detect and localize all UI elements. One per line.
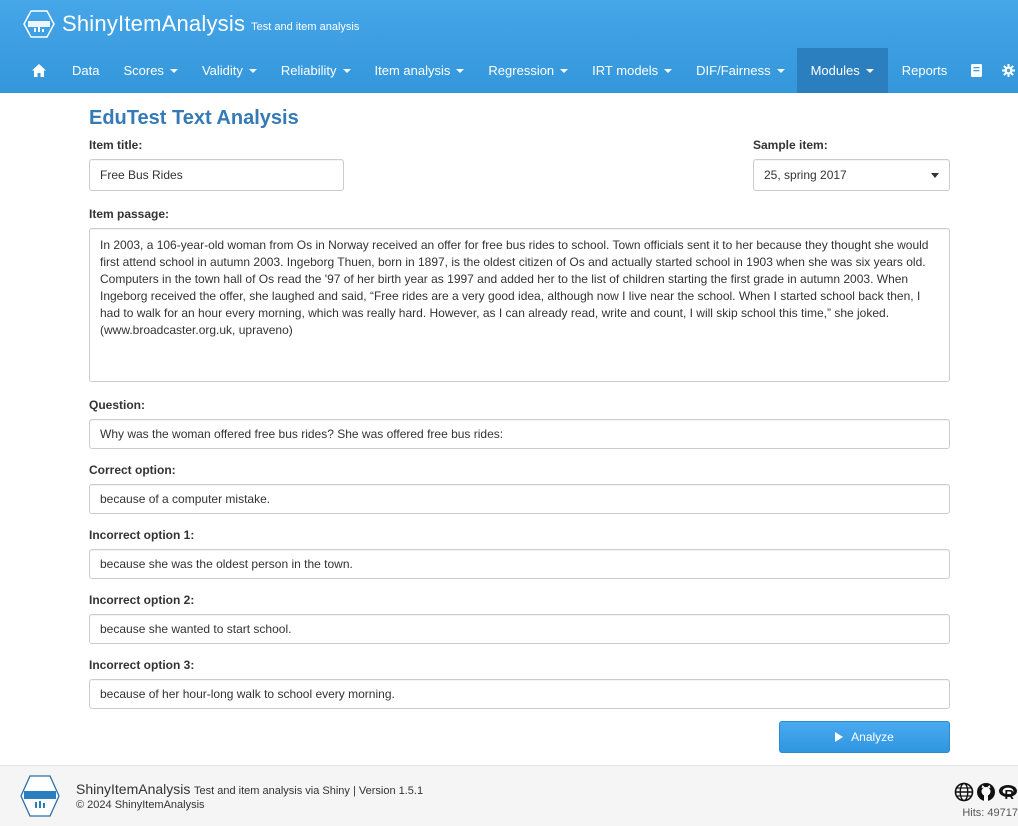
incorrect-option-2-value: because she wanted to start school. bbox=[100, 622, 292, 636]
nav-reports[interactable]: Reports bbox=[888, 48, 962, 93]
chevron-down-icon bbox=[560, 68, 569, 73]
footer-text: ShinyItemAnalysis Test and item analysis… bbox=[76, 781, 423, 811]
analyze-row: Analyze bbox=[89, 721, 950, 753]
footer: ShinyItemAnalysis Test and item analysis… bbox=[0, 765, 1018, 826]
chevron-down-icon bbox=[931, 172, 939, 178]
chevron-down-icon bbox=[248, 68, 257, 73]
footer-icons: R bbox=[954, 782, 1018, 805]
footer-version: Test and item analysis via Shiny | Versi… bbox=[194, 785, 424, 797]
question-value: Why was the woman offered free bus rides… bbox=[100, 427, 504, 441]
sample-item-value: 25, spring 2017 bbox=[764, 168, 847, 182]
home-icon bbox=[32, 64, 46, 77]
nav-settings[interactable] bbox=[992, 48, 1018, 93]
nav-dif-fairness-label: DIF/Fairness bbox=[696, 63, 771, 78]
incorrect-option-3-group: Incorrect option 3: because of her hour-… bbox=[89, 658, 950, 709]
nav-data-label: Data bbox=[72, 63, 100, 78]
correct-option-label: Correct option: bbox=[89, 463, 176, 477]
correct-option-input[interactable]: because of a computer mistake. bbox=[89, 484, 950, 514]
nav-reliability-label: Reliability bbox=[280, 63, 337, 78]
incorrect-option-3-value: because of her hour-long walk to school … bbox=[100, 687, 395, 701]
top-row: Item title: Free Bus Rides Sample item: … bbox=[89, 138, 950, 191]
footer-logo-icon bbox=[20, 774, 60, 818]
question-label: Question: bbox=[89, 398, 145, 412]
gear-icon bbox=[1002, 64, 1016, 77]
svg-text:R: R bbox=[1005, 787, 1015, 802]
sample-item-label: Sample item: bbox=[753, 138, 828, 152]
chevron-down-icon bbox=[342, 68, 351, 73]
chevron-down-icon bbox=[865, 68, 874, 73]
nav-validity[interactable]: Validity bbox=[190, 48, 269, 93]
question-group: Question: Why was the woman offered free… bbox=[89, 398, 950, 449]
brand-row: ShinyItemAnalysis Test and item analysis bbox=[0, 0, 1018, 48]
app-logo-icon bbox=[22, 9, 56, 39]
chevron-down-icon bbox=[169, 68, 178, 73]
github-icon[interactable] bbox=[976, 782, 996, 805]
nav-scores-label: Scores bbox=[123, 63, 164, 78]
nav-reports-label: Reports bbox=[901, 63, 948, 78]
footer-hits: Hits: 49717 bbox=[962, 807, 1018, 819]
passage-label: Item passage: bbox=[89, 207, 170, 221]
incorrect-option-2-input[interactable]: because she wanted to start school. bbox=[89, 614, 950, 644]
nav-regression[interactable]: Regression bbox=[476, 48, 580, 93]
nav-home[interactable] bbox=[28, 48, 60, 93]
main-navbar: Data Scores Validity Reliability Item an… bbox=[0, 48, 1018, 93]
question-input[interactable]: Why was the woman offered free bus rides… bbox=[89, 419, 950, 449]
item-title-input[interactable]: Free Bus Rides bbox=[89, 159, 344, 191]
nav-modules-label: Modules bbox=[810, 63, 860, 78]
correct-option-value: because of a computer mistake. bbox=[100, 492, 271, 506]
nav-book[interactable] bbox=[961, 48, 992, 93]
item-title-group: Item title: Free Bus Rides bbox=[89, 138, 344, 191]
incorrect-option-1-value: because she was the oldest person in the… bbox=[100, 557, 353, 571]
chevron-down-icon bbox=[776, 68, 785, 73]
incorrect-option-1-input[interactable]: because she was the oldest person in the… bbox=[89, 549, 950, 579]
incorrect-option-3-label: Incorrect option 3: bbox=[89, 658, 195, 672]
main-content: EduTest Text Analysis Item title: Free B… bbox=[0, 93, 1018, 753]
nav-item-analysis[interactable]: Item analysis bbox=[363, 48, 477, 93]
incorrect-option-3-input[interactable]: because of her hour-long walk to school … bbox=[89, 679, 950, 709]
incorrect-option-1-label: Incorrect option 1: bbox=[89, 528, 195, 542]
r-icon[interactable]: R bbox=[998, 782, 1018, 805]
passage-textarea[interactable]: In 2003, a 106-year-old woman from Os in… bbox=[89, 228, 950, 382]
nav-scores[interactable]: Scores bbox=[111, 48, 189, 93]
nav-irt-models-label: IRT models bbox=[592, 63, 659, 78]
chevron-down-icon bbox=[664, 68, 673, 73]
correct-option-group: Correct option: because of a computer mi… bbox=[89, 463, 950, 514]
nav-modules[interactable]: Modules bbox=[796, 48, 888, 93]
nav-dif-fairness[interactable]: DIF/Fairness bbox=[684, 48, 796, 93]
book-icon bbox=[971, 64, 983, 77]
analyze-button[interactable]: Analyze bbox=[779, 721, 950, 753]
sample-item-group: Sample item: 25, spring 2017 bbox=[753, 138, 950, 191]
footer-right: R Hits: 49717 bbox=[954, 782, 1018, 819]
nav-data[interactable]: Data bbox=[60, 48, 111, 93]
sample-item-select[interactable]: 25, spring 2017 bbox=[753, 159, 950, 191]
incorrect-option-2-group: Incorrect option 2: because she wanted t… bbox=[89, 593, 950, 644]
footer-app-name: ShinyItemAnalysis bbox=[76, 781, 191, 797]
app-title: ShinyItemAnalysis bbox=[62, 11, 246, 36]
nav-irt-models[interactable]: IRT models bbox=[580, 48, 684, 93]
nav-validity-label: Validity bbox=[201, 63, 243, 78]
item-title-value: Free Bus Rides bbox=[100, 168, 183, 182]
app-header: ShinyItemAnalysis Test and item analysis… bbox=[0, 0, 1018, 93]
analyze-button-label: Analyze bbox=[851, 730, 894, 744]
chevron-down-icon bbox=[456, 68, 465, 73]
incorrect-option-1-group: Incorrect option 1: because she was the … bbox=[89, 528, 950, 579]
nav-item-analysis-label: Item analysis bbox=[374, 63, 451, 78]
nav-reliability[interactable]: Reliability bbox=[269, 48, 363, 93]
item-title-label: Item title: bbox=[89, 138, 143, 152]
passage-value: In 2003, a 106-year-old woman from Os in… bbox=[100, 238, 929, 337]
play-icon bbox=[835, 732, 844, 742]
passage-group: Item passage: In 2003, a 106-year-old wo… bbox=[89, 207, 950, 382]
footer-copyright: © 2024 ShinyItemAnalysis bbox=[76, 799, 205, 811]
incorrect-option-2-label: Incorrect option 2: bbox=[89, 593, 195, 607]
page-title: EduTest Text Analysis bbox=[89, 107, 299, 129]
nav-regression-label: Regression bbox=[488, 63, 555, 78]
globe-icon[interactable] bbox=[954, 782, 974, 805]
app-subtitle: Test and item analysis bbox=[251, 21, 360, 33]
